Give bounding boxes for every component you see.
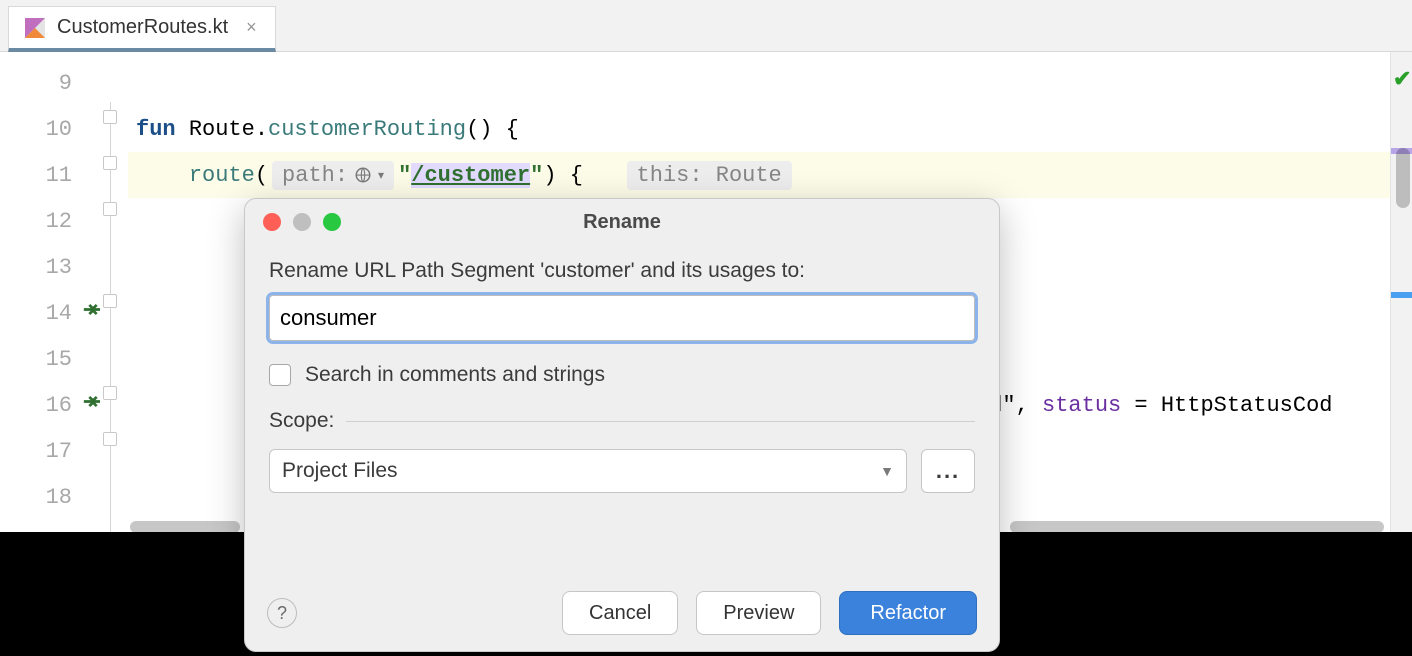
scope-select[interactable]: Project Files ▼ [269,449,907,493]
chevron-down-icon: ▾ [378,168,384,183]
receiver-hint: this: Route [627,161,792,190]
line-number: 11 [0,152,100,198]
scope-label: Scope: [269,409,334,433]
tab-filename: CustomerRoutes.kt [57,16,228,39]
zoom-window-icon[interactable] [323,213,341,231]
line-number: 17 [0,428,100,474]
line-number: 12 [0,198,100,244]
rename-dialog: Rename Rename URL Path Segment 'customer… [244,198,1000,652]
dialog-title: Rename [245,211,999,234]
search-comments-checkbox[interactable] [269,364,291,386]
inspection-ok-icon[interactable]: ✔ [1393,66,1411,92]
marker-bar: ✔ [1390,52,1412,532]
line-number: 9 [0,60,100,106]
line-number: 13 [0,244,100,290]
line-number: 16 [0,382,100,428]
line-number: 14 [0,290,100,336]
help-button[interactable]: ? [267,598,297,628]
dialog-titlebar[interactable]: Rename [245,199,999,245]
scrollbar-thumb[interactable] [1396,148,1410,208]
editor-tab[interactable]: CustomerRoutes.kt × [8,6,276,52]
cancel-button[interactable]: Cancel [562,591,678,635]
line-number: 15 [0,336,100,382]
line-number: 18 [0,474,100,520]
fold-toggle-icon[interactable] [103,432,117,446]
gutter: 9 10 11 12 13 14 15 16 17 18 19 [0,52,100,532]
fold-toggle-icon[interactable] [103,294,117,308]
rename-prompt: Rename URL Path Segment 'customer' and i… [269,259,975,283]
parameter-hint: path: ▾ [272,161,394,190]
scope-more-button[interactable]: ... [921,449,975,493]
minimize-window-icon[interactable] [293,213,311,231]
marker[interactable] [1391,292,1412,298]
line-number: 10 [0,106,100,152]
chevron-down-icon: ▼ [880,463,894,479]
fold-toggle-icon[interactable] [103,386,117,400]
preview-button[interactable]: Preview [696,591,821,635]
kotlin-file-icon [23,16,47,40]
fold-toggle-icon[interactable] [103,110,117,124]
fold-toggle-icon[interactable] [103,156,117,170]
search-comments-label: Search in comments and strings [305,363,605,387]
close-icon[interactable]: × [246,17,257,38]
fold-toggle-icon[interactable] [103,202,117,216]
globe-icon [354,166,372,184]
close-window-icon[interactable] [263,213,281,231]
fold-column [100,52,128,532]
rename-input[interactable] [269,295,975,341]
window-controls [263,213,341,231]
tab-bar: CustomerRoutes.kt × [0,0,1412,52]
refactor-button[interactable]: Refactor [839,591,977,635]
